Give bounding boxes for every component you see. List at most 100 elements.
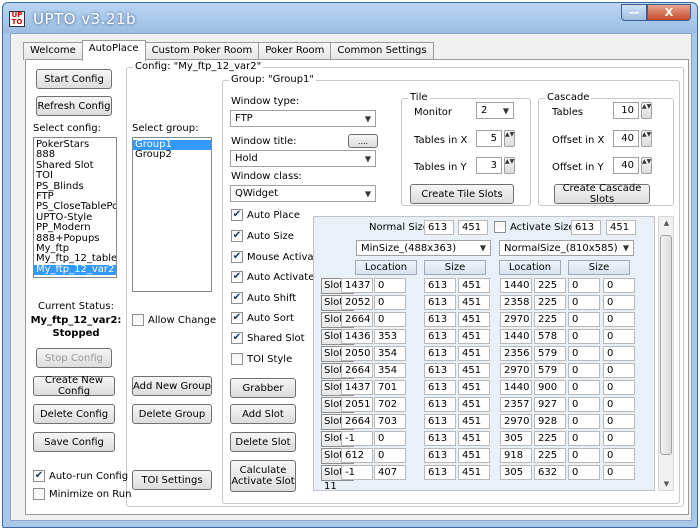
- slot-value-input[interactable]: 0: [374, 448, 406, 463]
- slot-value-input[interactable]: 0: [603, 346, 635, 361]
- slot-value-input[interactable]: 900: [534, 380, 566, 395]
- slot-value-input[interactable]: 0: [374, 431, 406, 446]
- scroll-up-icon[interactable]: ▲: [661, 219, 672, 227]
- slot-value-input[interactable]: 578: [534, 329, 566, 344]
- slot-value-input[interactable]: 451: [458, 431, 490, 446]
- slot-value-input[interactable]: 354: [374, 346, 406, 361]
- slot-value-input[interactable]: 451: [458, 414, 490, 429]
- slot-value-input[interactable]: 0: [603, 448, 635, 463]
- slots-scrollbar[interactable]: ▲ ▼: [658, 216, 674, 491]
- slot-value-input[interactable]: 2664: [341, 363, 373, 378]
- slot-value-input[interactable]: 613: [424, 448, 456, 463]
- slot-value-input[interactable]: 225: [534, 278, 566, 293]
- slot-value-input[interactable]: 451: [458, 346, 490, 361]
- create-tile-slots-button[interactable]: Create Tile Slots: [410, 184, 514, 204]
- slot-value-input[interactable]: 1440: [500, 380, 532, 395]
- slot-value-input[interactable]: 0: [603, 278, 635, 293]
- slot-value-input[interactable]: 2970: [500, 312, 532, 327]
- scrollbar-thumb[interactable]: [660, 235, 672, 455]
- slot-value-input[interactable]: 451: [458, 465, 490, 480]
- min-size-select[interactable]: MinSize_(488x363) ▼: [356, 240, 491, 256]
- tab-custom-poker-room[interactable]: Custom Poker Room: [144, 42, 260, 60]
- cascade-tables-spinner[interactable]: 10 ▲▼: [613, 102, 652, 119]
- slot-value-input[interactable]: 0: [568, 329, 600, 344]
- slot-value-input[interactable]: 2357: [500, 397, 532, 412]
- spin-arrows-icon[interactable]: ▲▼: [504, 157, 515, 174]
- slot-value-input[interactable]: 354: [374, 363, 406, 378]
- slot-value-input[interactable]: 451: [458, 363, 490, 378]
- slot-value-input[interactable]: 0: [568, 363, 600, 378]
- slot-value-input[interactable]: 703: [374, 414, 406, 429]
- tab-poker-room[interactable]: Poker Room: [258, 42, 332, 60]
- option-checkbox[interactable]: ✔ Auto Activate: [231, 271, 314, 283]
- slot-value-input[interactable]: 0: [568, 278, 600, 293]
- slot-value-input[interactable]: 305: [500, 465, 532, 480]
- option-checkbox[interactable]: ✔ Mouse Activate: [231, 251, 324, 263]
- close-button[interactable]: X: [647, 4, 691, 21]
- refresh-config-button[interactable]: Refresh Config: [36, 96, 112, 116]
- toi-settings-button[interactable]: TOI Settings: [132, 470, 212, 490]
- group-list-item[interactable]: Group2: [133, 149, 211, 160]
- slot-value-input[interactable]: 918: [500, 448, 532, 463]
- slot-value-input[interactable]: 451: [458, 295, 490, 310]
- slot-value-input[interactable]: 2970: [500, 414, 532, 429]
- spin-arrows-icon[interactable]: ▲▼: [504, 130, 515, 147]
- slot-value-input[interactable]: 2051: [341, 397, 373, 412]
- option-checkbox[interactable]: ✔ Shared Slot: [231, 332, 305, 344]
- option-checkbox[interactable]: ✔ Auto Size: [231, 230, 294, 242]
- grabber-button[interactable]: Grabber: [230, 378, 296, 398]
- slot-value-input[interactable]: 0: [374, 278, 406, 293]
- spin-arrows-icon[interactable]: ▲▼: [641, 102, 652, 119]
- slot-value-input[interactable]: 613: [424, 414, 456, 429]
- slot-value-input[interactable]: 305: [500, 431, 532, 446]
- slot-value-input[interactable]: 451: [458, 448, 490, 463]
- slot-value-input[interactable]: 0: [603, 465, 635, 480]
- group-list[interactable]: Group1 Group2: [132, 137, 212, 292]
- spin-arrows-icon[interactable]: ▲▼: [641, 130, 652, 147]
- option-checkbox[interactable]: TOI Style: [231, 353, 292, 365]
- tab-common-settings[interactable]: Common Settings: [330, 42, 434, 60]
- slot-value-input[interactable]: 0: [603, 414, 635, 429]
- slot-value-input[interactable]: 451: [458, 278, 490, 293]
- option-checkbox[interactable]: ✔ Auto Place: [231, 209, 300, 221]
- slot-value-input[interactable]: 0: [568, 397, 600, 412]
- slot-value-input[interactable]: 353: [374, 329, 406, 344]
- slot-value-input[interactable]: 613: [424, 312, 456, 327]
- tab-welcome[interactable]: Welcome: [23, 42, 83, 60]
- create-cascade-slots-button[interactable]: Create Cascade Slots: [554, 183, 650, 205]
- offset-y-spinner[interactable]: 40 ▲▼: [613, 157, 652, 174]
- slot-value-input[interactable]: 1437: [341, 380, 373, 395]
- slot-value-input[interactable]: 613: [424, 363, 456, 378]
- slot-value-input[interactable]: 0: [568, 431, 600, 446]
- tab-autoplace[interactable]: AutoPlace: [81, 40, 146, 61]
- window-type-select[interactable]: FTP ▼: [230, 110, 376, 127]
- slot-value-input[interactable]: 2052: [341, 295, 373, 310]
- slot-value-input[interactable]: 632: [534, 465, 566, 480]
- slot-value-input[interactable]: 0: [603, 295, 635, 310]
- slot-value-input[interactable]: 613: [424, 295, 456, 310]
- tables-in-x-spinner[interactable]: 5 ▲▼: [476, 130, 515, 147]
- slot-value-input[interactable]: 0: [374, 312, 406, 327]
- offset-x-spinner[interactable]: 40 ▲▼: [613, 130, 652, 147]
- slot-value-input[interactable]: 613: [424, 465, 456, 480]
- slot-value-input[interactable]: 612: [341, 448, 373, 463]
- slot-value-input[interactable]: 613: [424, 431, 456, 446]
- stop-config-button[interactable]: Stop Config: [36, 348, 112, 368]
- slot-value-input[interactable]: 0: [568, 346, 600, 361]
- monitor-select[interactable]: 2 ▼: [476, 102, 514, 119]
- slot-value-input[interactable]: 579: [534, 346, 566, 361]
- slot-value-input[interactable]: 2664: [341, 414, 373, 429]
- option-checkbox[interactable]: ✔ Auto Shift: [231, 292, 296, 304]
- activate-width-input[interactable]: 613: [571, 220, 601, 235]
- slot-value-input[interactable]: 0: [603, 380, 635, 395]
- delete-config-button[interactable]: Delete Config: [33, 404, 115, 424]
- slot-value-input[interactable]: 225: [534, 295, 566, 310]
- activate-size-checkbox[interactable]: Activate Size: [494, 221, 575, 233]
- slot-value-input[interactable]: 0: [374, 295, 406, 310]
- slot-value-input[interactable]: 579: [534, 363, 566, 378]
- slot-value-input[interactable]: 1440: [500, 329, 532, 344]
- window-class-select[interactable]: QWidget ▼: [230, 185, 376, 202]
- slot-value-input[interactable]: 451: [458, 312, 490, 327]
- slot-value-input[interactable]: 613: [424, 397, 456, 412]
- normal-size-select[interactable]: NormalSize_(810x585) ▼: [499, 240, 634, 256]
